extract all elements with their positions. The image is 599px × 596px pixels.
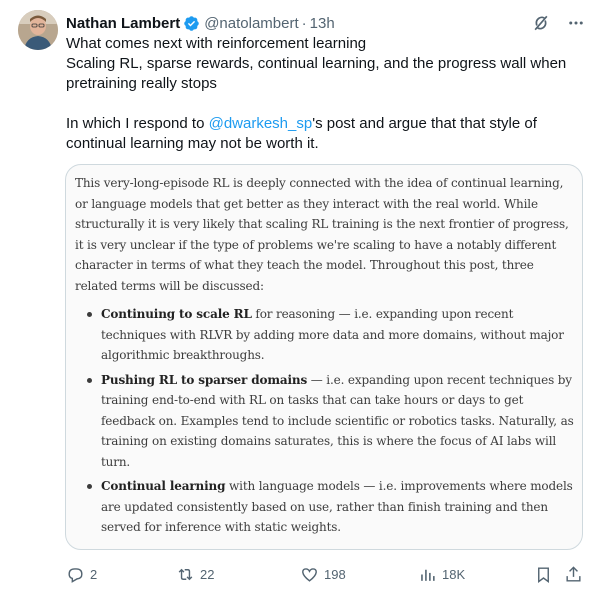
bookmark-icon bbox=[538, 566, 549, 583]
repost-icon bbox=[178, 568, 193, 580]
views-button[interactable]: 18K bbox=[418, 565, 465, 584]
bookmark-button[interactable] bbox=[534, 565, 553, 584]
bullet-bold: Pushing RL to sparser domains bbox=[101, 372, 308, 387]
reply-button[interactable]: 2 bbox=[66, 565, 97, 584]
reply-icon bbox=[68, 567, 83, 583]
list-item: Continuing to scale RL for reasoning — i… bbox=[75, 304, 574, 366]
card-bullet-list: Continuing to scale RL for reasoning — i… bbox=[75, 304, 574, 538]
author-handle[interactable]: @natolambert bbox=[204, 15, 298, 32]
view-count: 18K bbox=[442, 566, 466, 582]
tweet-header: Nathan Lambert @natolambert · 13h bbox=[66, 12, 585, 34]
share-icon bbox=[566, 565, 581, 582]
list-item: Pushing RL to sparser domains — i.e. exp… bbox=[75, 370, 574, 473]
action-bar: 2 22 198 18K bbox=[66, 562, 586, 586]
grok-icon[interactable] bbox=[531, 13, 551, 33]
tweet-text-fragment: In which I respond to bbox=[66, 115, 209, 132]
avatar[interactable] bbox=[18, 10, 58, 50]
tweet-line: In which I respond to @dwarkesh_sp's pos… bbox=[66, 114, 586, 154]
repost-count: 22 bbox=[200, 566, 215, 582]
more-options-icon[interactable] bbox=[567, 14, 585, 32]
list-item: Continual learning with language models … bbox=[75, 476, 574, 538]
tweet-line: Scaling RL, sparse rewards, continual le… bbox=[66, 55, 567, 92]
verified-badge-icon bbox=[183, 15, 200, 32]
tweet-body: What comes next with reinforcement learn… bbox=[66, 34, 586, 154]
tweet-line: What comes next with reinforcement learn… bbox=[66, 35, 367, 52]
timestamp[interactable]: 13h bbox=[310, 15, 335, 32]
bullet-bold: Continual learning bbox=[101, 479, 226, 493]
like-button[interactable]: 198 bbox=[300, 565, 346, 584]
share-button[interactable] bbox=[564, 565, 583, 584]
repost-button[interactable]: 22 bbox=[176, 565, 214, 584]
bullet-bold: Continuing to scale RL bbox=[101, 307, 252, 321]
like-count: 198 bbox=[324, 566, 346, 582]
reply-count: 2 bbox=[90, 566, 98, 582]
separator-dot: · bbox=[301, 14, 307, 32]
bullet-icon bbox=[87, 312, 92, 317]
author-name[interactable]: Nathan Lambert bbox=[66, 15, 180, 32]
attached-image[interactable]: This very-long-episode RL is deeply conn… bbox=[65, 164, 583, 550]
heart-icon bbox=[302, 567, 317, 582]
views-chart-icon bbox=[421, 569, 435, 581]
bullet-icon bbox=[87, 484, 92, 489]
bullet-icon bbox=[87, 377, 92, 383]
card-intro: This very-long-episode RL is deeply conn… bbox=[75, 176, 569, 293]
mention-link[interactable]: @dwarkesh_sp bbox=[209, 115, 313, 132]
